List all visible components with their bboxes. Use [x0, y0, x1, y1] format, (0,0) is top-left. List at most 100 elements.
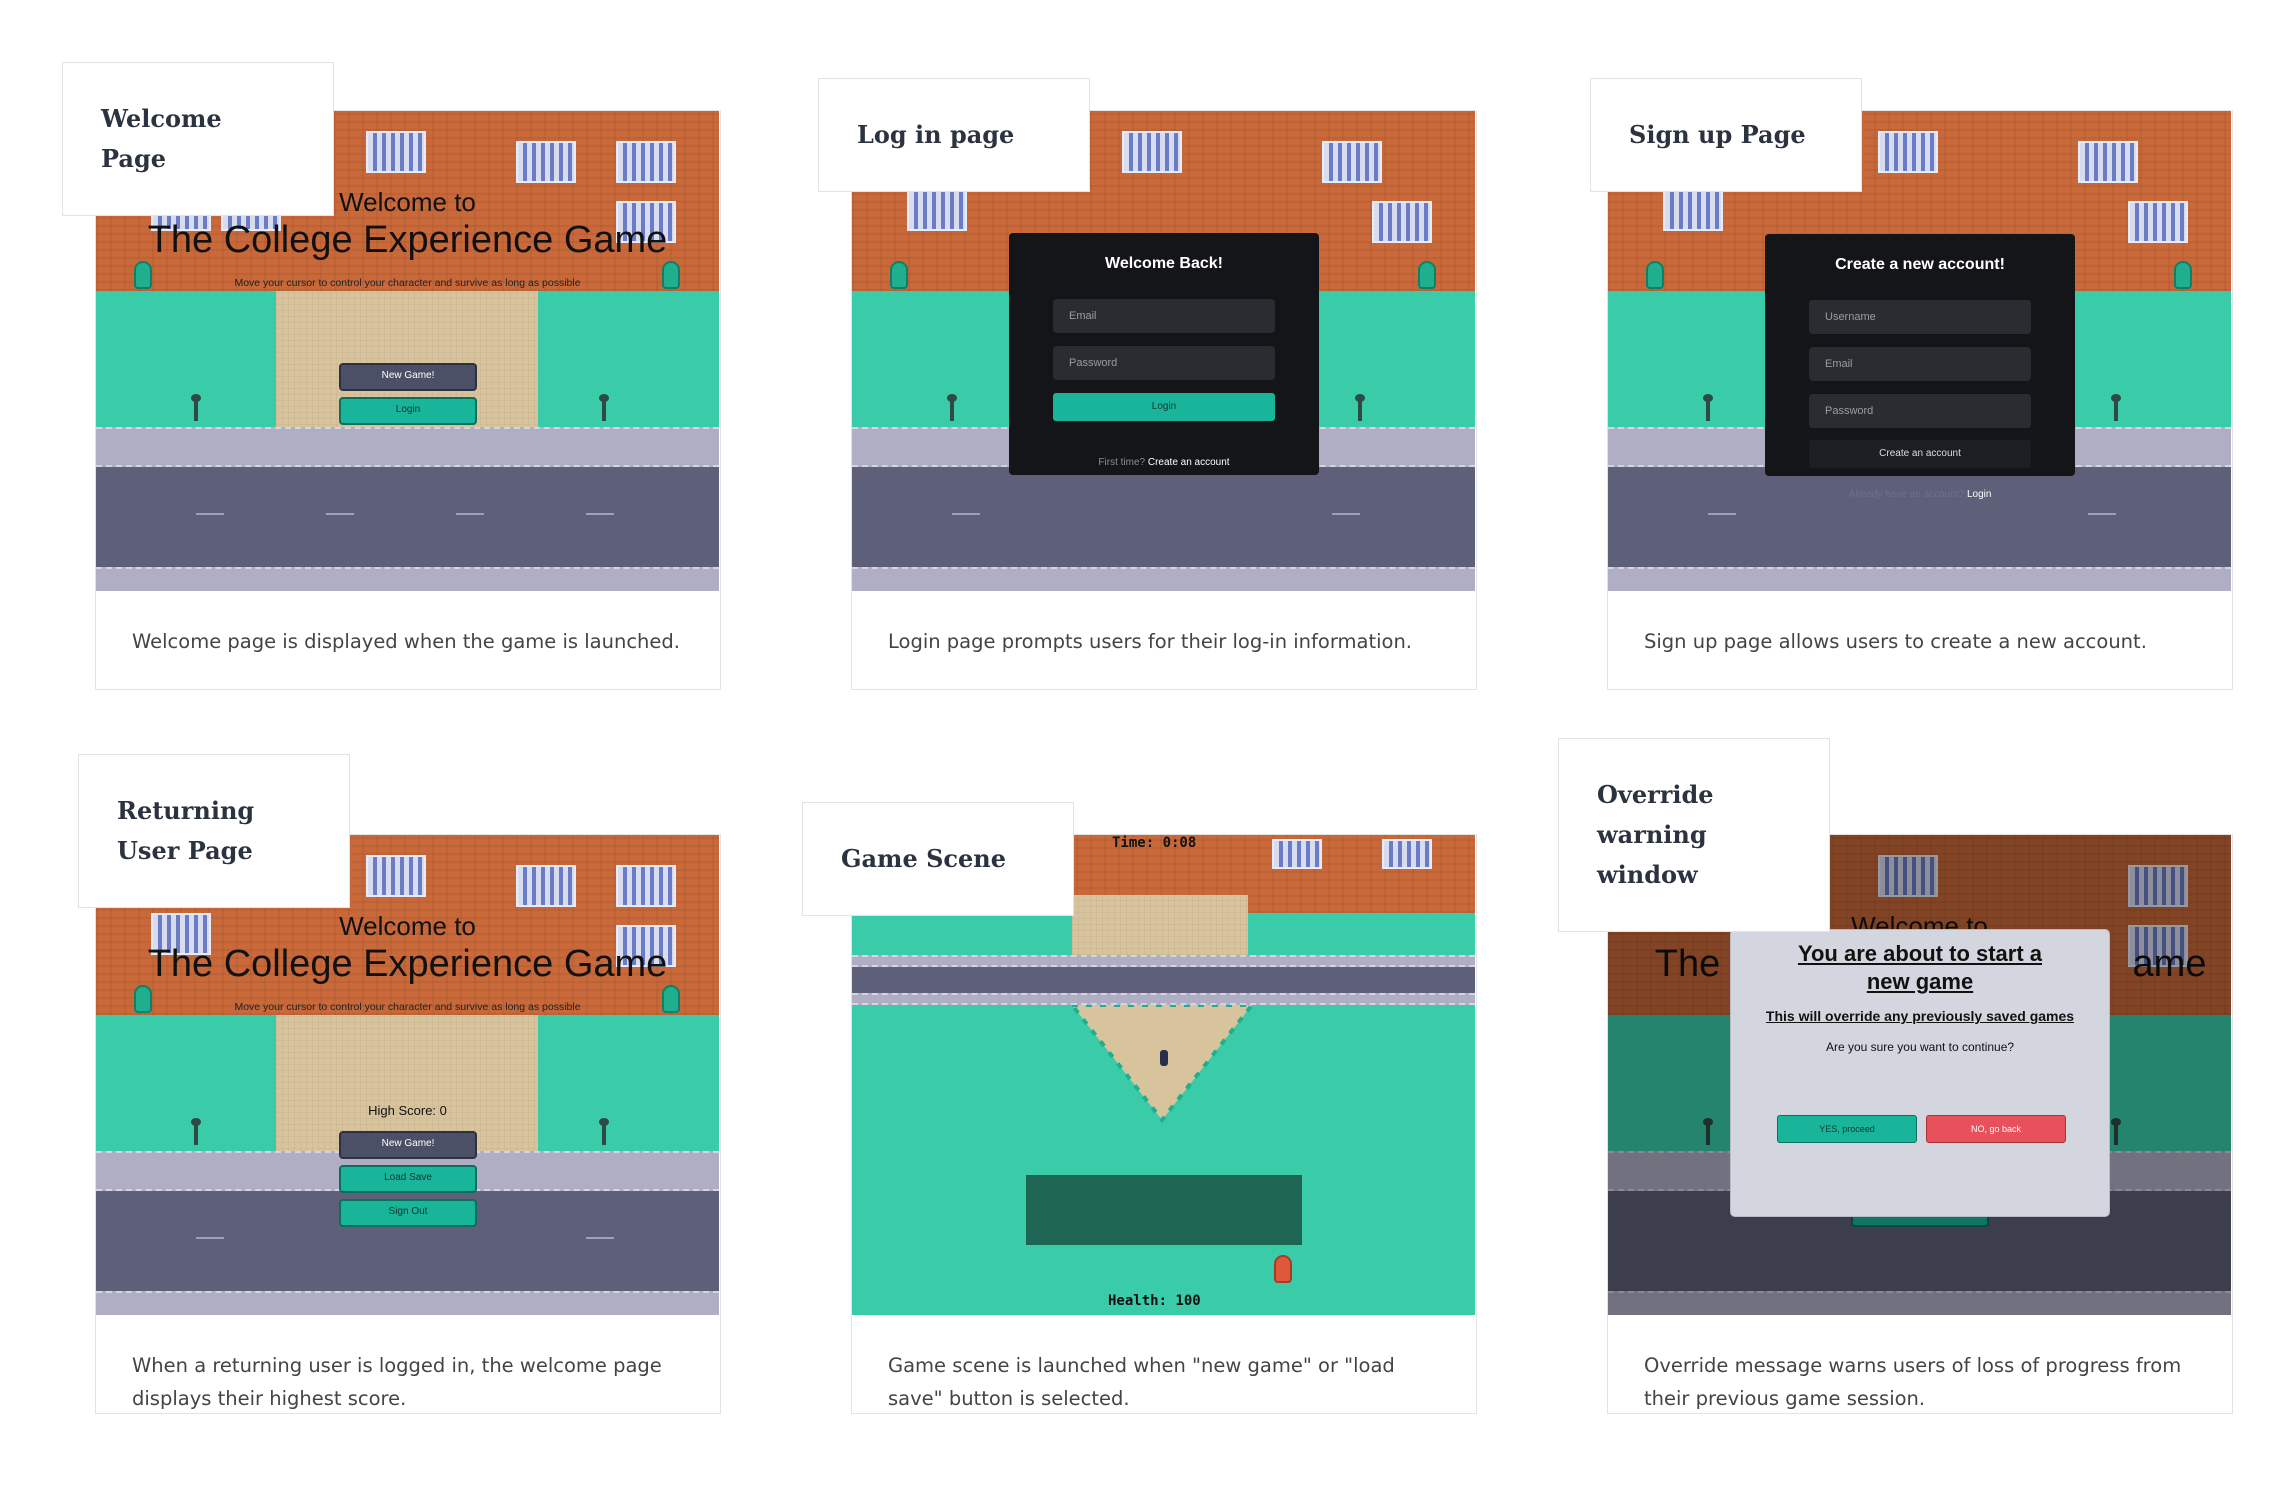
lamp-post — [2111, 394, 2121, 421]
road — [852, 467, 1475, 567]
high-score: High Score: 0 — [368, 1103, 447, 1118]
lawn-left — [852, 291, 1032, 431]
game-title: The College Experience Game — [147, 943, 668, 985]
window — [1322, 141, 1382, 183]
lamp-post — [947, 394, 957, 421]
footer-prefix: First time? — [1098, 457, 1146, 468]
player-character — [1160, 1050, 1168, 1066]
lamp-post — [599, 1118, 609, 1145]
welcome-text: Welcome to — [339, 911, 476, 941]
window — [2078, 141, 2138, 183]
card-signup-page: Create a new account! Username Email Pas… — [1607, 110, 2233, 690]
window — [1878, 131, 1938, 173]
override-warning-dialog: You are about to start a new game This w… — [1730, 929, 2110, 1217]
new-game-button[interactable]: New Game! — [339, 1131, 477, 1159]
lane-marking — [586, 1237, 614, 1239]
lane-marking — [1332, 513, 1360, 515]
lawn-right — [2050, 291, 2231, 431]
card-label-override: Override warning window — [1558, 738, 1830, 932]
signup-footer: Already have an account? Login — [1765, 489, 2075, 500]
plaza — [1072, 895, 1248, 955]
sidewalk — [96, 427, 719, 467]
no-go-back-button[interactable]: NO, go back — [1926, 1115, 2066, 1143]
window — [2128, 201, 2188, 243]
card-caption: Welcome page is displayed when the game … — [132, 630, 680, 653]
window — [366, 131, 426, 173]
lane-marking — [196, 1237, 224, 1239]
login-submit-button[interactable]: Login — [1053, 393, 1275, 421]
lane-marking — [2088, 513, 2116, 515]
lane-marking — [952, 513, 980, 515]
login-button[interactable]: Login — [339, 397, 477, 425]
card-caption: Game scene is launched when "new game" o… — [888, 1354, 1395, 1410]
tree — [1274, 1255, 1292, 1283]
login-modal: Welcome Back! Email Password Login First… — [1009, 233, 1319, 475]
load-save-button[interactable]: Load Save — [339, 1165, 477, 1193]
window — [1663, 189, 1723, 231]
road — [1608, 467, 2231, 567]
sidewalk — [1608, 567, 2231, 591]
window — [907, 189, 967, 231]
login-footer: First time? Create an account — [1009, 457, 1319, 468]
warning-question: Are you sure you want to continue? — [1825, 1040, 2015, 1054]
tree — [1418, 261, 1436, 289]
sidewalk — [852, 993, 1475, 1005]
lane-marking — [1708, 513, 1736, 515]
card-caption: Sign up page allows users to create a ne… — [1644, 630, 2147, 653]
lawn-left — [96, 1015, 276, 1155]
card-label-returning-user: Returning User Page — [78, 754, 350, 908]
card-label-welcome: Welcome Page — [62, 62, 334, 216]
email-field[interactable]: Email — [1053, 299, 1275, 333]
warning-heading: You are about to start a new game — [1797, 941, 2043, 994]
username-field[interactable]: Username — [1809, 300, 2031, 334]
lamp-post — [191, 1118, 201, 1145]
lawn-left — [1608, 291, 1788, 431]
footer-prefix: Already have an account? — [1848, 489, 1965, 500]
road — [852, 967, 1475, 993]
tree — [890, 261, 908, 289]
window — [1382, 839, 1432, 869]
create-account-button[interactable]: Create an account — [1809, 440, 2031, 468]
login-heading: Welcome Back! — [1105, 255, 1223, 272]
tree — [2174, 261, 2192, 289]
card-game-scene: Time: 0:08 Health: 100 Game scene is lau… — [851, 834, 1477, 1414]
lane-marking — [586, 513, 614, 515]
lamp-post — [599, 394, 609, 421]
window — [516, 865, 576, 907]
sidewalk — [96, 1291, 719, 1315]
lawn-right — [538, 1015, 719, 1155]
lawn-right — [538, 291, 719, 431]
card-label-signup: Sign up Page — [1590, 78, 1862, 192]
lamp-post — [1355, 394, 1365, 421]
game-title: The College Experience Game — [147, 219, 668, 261]
road — [96, 467, 719, 567]
dark-pond — [1026, 1175, 1302, 1245]
game-instructions: Move your cursor to control your charact… — [234, 277, 581, 289]
card-label-login: Log in page — [818, 78, 1090, 192]
password-field[interactable]: Password — [1053, 346, 1275, 380]
signup-modal: Create a new account! Username Email Pas… — [1765, 234, 2075, 476]
warning-message: This will override any previously saved … — [1765, 1008, 2075, 1024]
window — [1122, 131, 1182, 173]
login-link[interactable]: Login — [1967, 489, 1991, 500]
lamp-post — [191, 394, 201, 421]
email-field[interactable]: Email — [1809, 347, 2031, 381]
yes-proceed-button[interactable]: YES, proceed — [1777, 1115, 1917, 1143]
lawn-right — [1294, 291, 1475, 431]
lawn-left — [96, 291, 276, 431]
lane-marking — [326, 513, 354, 515]
lamp-post — [1703, 394, 1713, 421]
sidewalk — [852, 955, 1475, 967]
new-game-button[interactable]: New Game! — [339, 363, 477, 391]
card-caption: When a returning user is logged in, the … — [132, 1354, 662, 1410]
time-display: Time: 0:08 — [1112, 835, 1197, 851]
window — [616, 865, 676, 907]
tree — [1646, 261, 1664, 289]
signup-heading: Create a new account! — [1835, 256, 2005, 273]
create-account-link[interactable]: Create an account — [1148, 457, 1230, 468]
password-field[interactable]: Password — [1809, 394, 2031, 428]
window — [616, 141, 676, 183]
sign-out-button[interactable]: Sign Out — [339, 1199, 477, 1227]
window — [1272, 839, 1322, 869]
lane-marking — [196, 513, 224, 515]
